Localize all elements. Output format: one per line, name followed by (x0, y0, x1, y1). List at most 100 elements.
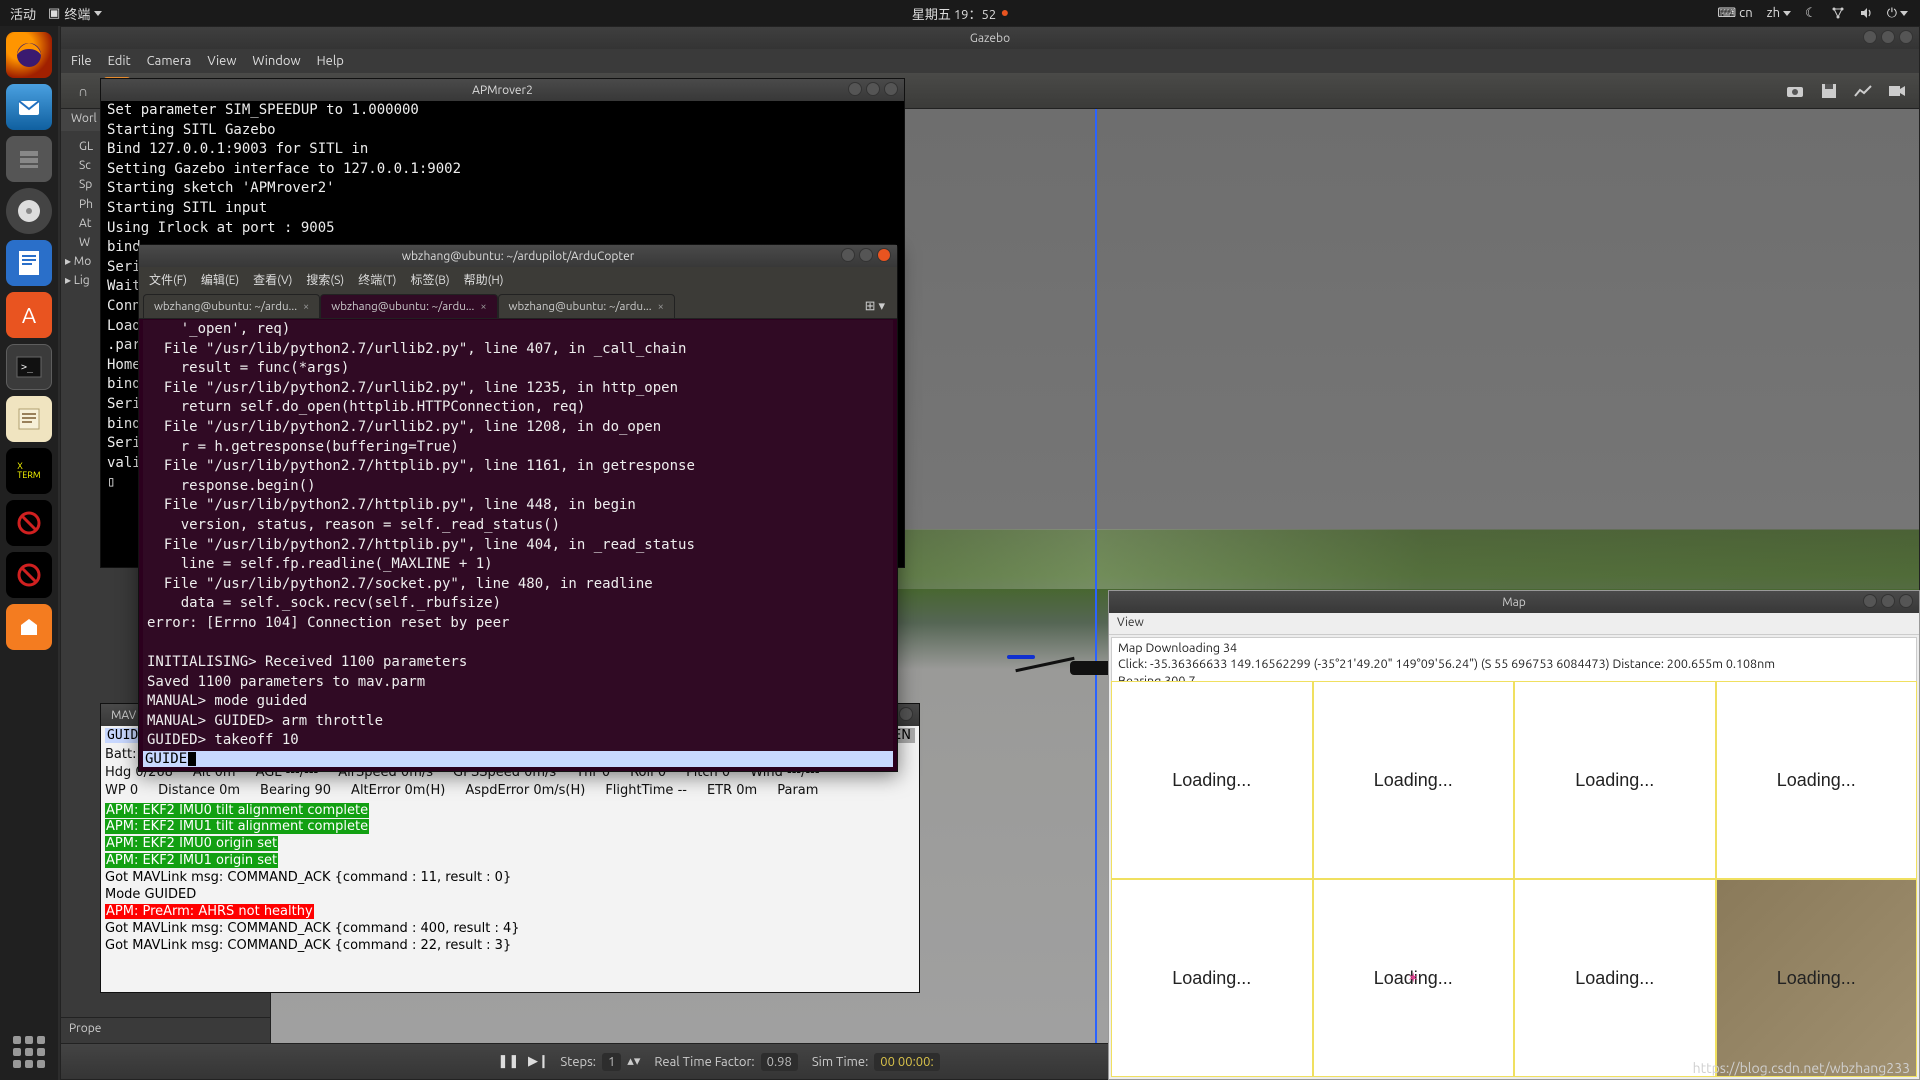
volume-icon[interactable] (1859, 6, 1873, 20)
log-line: APM: EKF2 IMU1 origin set (105, 853, 278, 868)
night-icon[interactable]: ☾ (1805, 6, 1817, 21)
map-tile: Loading...✶ (1313, 879, 1515, 1077)
map-download-status: Map Downloading 34 (1118, 640, 1910, 656)
chart-icon[interactable] (1849, 77, 1877, 105)
stat-item: ETR 0m (707, 782, 757, 800)
pause-button[interactable]: ❚❚ (500, 1054, 516, 1070)
close-button[interactable] (899, 707, 913, 721)
xterm-app-icon[interactable]: XTERM (6, 448, 52, 494)
top-panel: 活动 ▣ 终端 星期五 19：52 ⌨ cn zh ☾ ⏻ (0, 0, 1920, 26)
map-tile: Loading... (1111, 681, 1313, 879)
close-button[interactable] (1899, 594, 1913, 608)
software-app-icon[interactable]: A (6, 292, 52, 338)
log-line: APM: EKF2 IMU0 tilt alignment complete (105, 803, 369, 818)
log-line: APM: EKF2 IMU0 origin set (105, 836, 278, 851)
lang-indicator[interactable]: zh (1767, 6, 1791, 20)
close-icon[interactable]: × (303, 301, 309, 313)
save-icon[interactable] (1815, 77, 1843, 105)
maximize-button[interactable] (866, 82, 880, 96)
menu-view[interactable]: 查看(V) (253, 271, 292, 288)
menu-help[interactable]: Help (317, 54, 344, 68)
menu-file[interactable]: 文件(F) (149, 271, 187, 288)
arducopter-titlebar[interactable]: wbzhang@ubuntu: ~/ardupilot/ArduCopter (139, 245, 897, 267)
notification-dot-icon (1002, 10, 1008, 16)
menu-view[interactable]: View (207, 54, 236, 68)
activities-button[interactable]: 活动 (10, 4, 36, 23)
map-tile: Loading... (1514, 879, 1716, 1077)
camera-icon[interactable] (1781, 77, 1809, 105)
stat-item: Param (777, 782, 818, 800)
log-line: Got MAVLink msg: COMMAND_ACK {command : … (105, 921, 520, 936)
text-editor-app-icon[interactable] (6, 396, 52, 442)
menu-camera[interactable]: Camera (147, 54, 192, 68)
active-app-label[interactable]: 终端 (64, 4, 90, 23)
chevron-down-icon (1900, 11, 1908, 16)
map-menubar: View (1109, 613, 1919, 635)
menu-help[interactable]: 帮助(H) (464, 271, 504, 288)
terminal-app-icon[interactable]: >_ (6, 344, 52, 390)
steps-spin-icon[interactable]: ▴▾ (627, 1054, 640, 1069)
map-tile-grid[interactable]: Loading... Loading... Loading... Loading… (1111, 681, 1917, 1077)
gazebo-app-icon[interactable] (6, 604, 52, 650)
steps-label: Steps: (560, 1055, 596, 1069)
stat-item: Bearing 90 (260, 782, 331, 800)
minimize-button[interactable] (848, 82, 862, 96)
watermark: https://blog.csdn.net/wbzhang233 (1693, 1060, 1910, 1076)
svg-text:>_: >_ (21, 362, 34, 373)
chevron-down-icon[interactable] (94, 11, 102, 16)
show-apps-button[interactable] (13, 1036, 45, 1068)
apmrover-titlebar[interactable]: APMrover2 (101, 79, 904, 101)
minimize-button[interactable] (841, 248, 855, 262)
stop2-app-icon[interactable] (6, 552, 52, 598)
writer-app-icon[interactable] (6, 240, 52, 286)
menu-edit[interactable]: Edit (108, 54, 131, 68)
chevron-down-icon (1783, 11, 1791, 16)
arducopter-tabbar: wbzhang@ubuntu: ~/ardu...× wbzhang@ubunt… (139, 291, 897, 319)
close-icon[interactable]: × (480, 301, 486, 313)
gazebo-titlebar[interactable]: Gazebo (61, 27, 1919, 49)
map-titlebar[interactable]: Map (1109, 591, 1919, 613)
close-button[interactable] (1899, 30, 1913, 44)
terminal-tab[interactable]: wbzhang@ubuntu: ~/ardu...× (143, 294, 320, 318)
close-button[interactable] (877, 248, 891, 262)
magnet-icon[interactable]: ∩ (69, 77, 97, 105)
new-tab-button[interactable]: ⊞ ▾ (857, 295, 893, 318)
menu-edit[interactable]: 编辑(E) (201, 271, 239, 288)
menu-window[interactable]: Window (252, 54, 300, 68)
disks-app-icon[interactable] (6, 188, 52, 234)
map-title: Map (1502, 596, 1526, 609)
menu-file[interactable]: File (71, 54, 92, 68)
clock[interactable]: 星期五 19：52 (912, 4, 996, 23)
log-line: APM: EKF2 IMU1 tilt alignment complete (105, 819, 369, 834)
menu-tabs[interactable]: 标签(B) (410, 271, 449, 288)
thunderbird-app-icon[interactable] (6, 84, 52, 130)
menu-view[interactable]: View (1117, 616, 1144, 629)
arducopter-prompt[interactable]: GUIDE (143, 751, 893, 767)
stop1-app-icon[interactable] (6, 500, 52, 546)
maximize-button[interactable] (859, 248, 873, 262)
step-button[interactable]: ▶❙ (530, 1054, 546, 1070)
terminal-tab[interactable]: wbzhang@ubuntu: ~/ardu...× (320, 294, 497, 318)
ime-indicator[interactable]: ⌨ cn (1717, 6, 1752, 21)
close-icon[interactable]: × (658, 301, 664, 313)
log-line: APM: PreArm: AHRS not healthy (105, 904, 314, 919)
files-app-icon[interactable] (6, 136, 52, 182)
maximize-button[interactable] (1881, 594, 1895, 608)
terminal-tab[interactable]: wbzhang@ubuntu: ~/ardu...× (498, 294, 675, 318)
menu-terminal[interactable]: 终端(T) (358, 271, 396, 288)
menu-search[interactable]: 搜索(S) (306, 271, 344, 288)
minimize-button[interactable] (1863, 594, 1877, 608)
close-button[interactable] (884, 82, 898, 96)
steps-value[interactable]: 1 (602, 1053, 621, 1071)
power-icon[interactable]: ⏻ (1887, 6, 1908, 21)
maximize-button[interactable] (1881, 30, 1895, 44)
record-icon[interactable] (1883, 77, 1911, 105)
minimize-button[interactable] (1863, 30, 1877, 44)
arducopter-window: wbzhang@ubuntu: ~/ardupilot/ArduCopter 文… (138, 244, 898, 772)
terminal-tiny-icon: ▣ (48, 6, 60, 21)
firefox-app-icon[interactable] (6, 32, 52, 78)
property-header[interactable]: Prope (61, 1017, 270, 1043)
network-icon[interactable] (1831, 6, 1845, 20)
text-cursor (188, 752, 196, 766)
arducopter-terminal[interactable]: '_open', req) File "/usr/lib/python2.7/u… (143, 320, 893, 767)
